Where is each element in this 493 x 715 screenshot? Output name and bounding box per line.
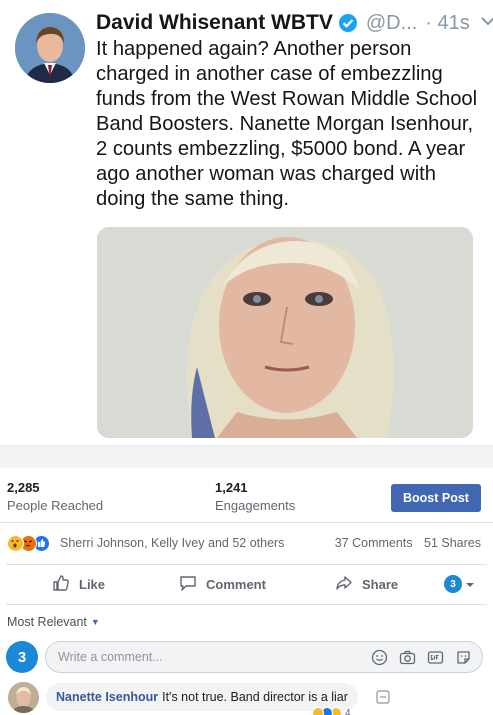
facebook-post: David Whisenant WBTV @D... · 41s It happ… [0,0,493,715]
tweet-timestamp[interactable]: · 41s [425,12,469,35]
people-reached-value: 2,285 [7,480,40,495]
tweet-handle[interactable]: @D... [366,12,417,35]
comments-count[interactable]: 37 Comments [335,536,413,550]
comment-options-icon[interactable] [376,690,390,704]
sort-label: Most Relevant [7,615,87,629]
wow-reaction-icon [312,707,324,715]
comment-reaction-count: 4 [345,707,351,715]
post-as-selector[interactable]: 3 [444,575,483,593]
engagements-value: 1,241 [215,480,248,495]
wow-reaction-icon [7,535,24,552]
boost-post-button[interactable]: Boost Post [391,484,481,512]
engagement-counts: 37 Comments 51 Shares [327,536,481,550]
comment-input[interactable]: Write a comment... [45,641,483,673]
comment-author[interactable]: Nanette Isenhour [56,690,158,704]
tweet-author-avatar [15,13,85,83]
commenter-avatar[interactable] [8,682,39,713]
like-button[interactable]: Like [51,573,105,596]
reaction-names[interactable]: Sherri Johnson, Kelly Ivey and 52 others [60,536,284,550]
share-label: Share [362,577,399,592]
share-arrow-icon [334,573,362,596]
comment-bubble-icon [178,573,206,596]
like-label: Like [79,577,106,592]
people-reached-stat[interactable]: 2,285 People Reached [7,480,103,513]
people-reached-label: People Reached [7,498,104,513]
action-bar: Like Comment Share 3 [6,564,487,605]
sticker-icon[interactable] [454,648,472,666]
shares-count[interactable]: 51 Shares [424,536,481,550]
camera-icon[interactable] [398,648,416,666]
comment-label: Comment [206,577,266,592]
engagements-stat[interactable]: 1,241 Engagements [215,480,295,513]
reaction-icons[interactable] [7,535,50,552]
comment-button[interactable]: Comment [178,573,266,596]
gif-icon[interactable] [426,648,444,666]
tweet-text: It happened again? Another person charge… [96,38,478,210]
composer-tools [360,648,472,666]
chevron-down-icon[interactable] [480,14,493,32]
emoji-icon[interactable] [370,648,388,666]
tweet-screenshot: David Whisenant WBTV @D... · 41s It happ… [0,0,493,445]
thumbs-up-icon [51,573,79,596]
post-insights: 2,285 People Reached 1,241 Engagements B… [0,468,493,523]
caret-down-icon: ▼ [90,617,100,627]
tweet-header: David Whisenant WBTV @D... · 41s [96,8,493,38]
comment-placeholder: Write a comment... [58,650,163,664]
tweet-photo[interactable] [97,227,473,438]
engagements-label: Engagements [215,498,296,513]
reactions-summary: Sherri Johnson, Kelly Ivey and 52 others… [0,523,493,564]
page-avatar: 3 [6,641,38,673]
comment-reactions[interactable]: 4 [312,707,351,715]
caret-down-icon [465,577,483,592]
comment-composer: 3 Write a comment... [6,640,487,674]
comment-item: Nanette Isenhour It's not true. Band dire… [6,681,487,715]
verified-icon [338,13,358,33]
page-avatar-small: 3 [444,575,462,593]
comment-text: It's not true. Band director is a liar [162,690,348,704]
comment-sort-dropdown[interactable]: Most Relevant ▼ [7,615,100,629]
share-button[interactable]: Share [334,573,398,596]
divider-band [0,446,493,468]
tweet-author-name[interactable]: David Whisenant WBTV [96,11,333,35]
